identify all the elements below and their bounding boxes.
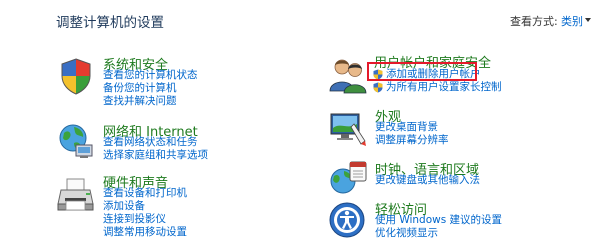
category-clock-region: 时钟、语言和区域 更改键盘或其他输入法 [328, 159, 588, 195]
page-title: 调整计算机的设置 [56, 15, 164, 31]
category-appearance: 外观 更改桌面背景 调整屏幕分辨率 [328, 106, 588, 150]
link-optimize-visual-display[interactable]: 优化视频显示 [375, 227, 438, 240]
link-view-computer-status[interactable]: 查看您的计算机状态 [103, 69, 198, 82]
link-view-network-status[interactable]: 查看网络状态和任务 [103, 136, 198, 149]
chevron-down-icon[interactable] [585, 18, 591, 22]
link-homegroup-sharing[interactable]: 选择家庭组和共享选项 [103, 149, 208, 162]
link-find-fix-problems[interactable]: 查找并解决问题 [103, 95, 177, 108]
highlight-box [367, 62, 477, 81]
link-adjust-screen-resolution[interactable]: 调整屏幕分辨率 [375, 134, 449, 147]
link-connect-projector[interactable]: 连接到投影仪 [103, 213, 166, 226]
security-shield-icon[interactable] [56, 56, 96, 96]
view-by-dropdown[interactable]: 类别 [561, 13, 583, 29]
category-network-internet: 网络和 Internet 查看网络状态和任务 选择家庭组和共享选项 [56, 121, 316, 165]
link-backup-computer[interactable]: 备份您的计算机 [103, 82, 177, 95]
printer-icon[interactable] [56, 176, 96, 216]
control-panel-page: 调整计算机的设置 查看方式: 类别 系统和安全 查看您的计算机状态 备份您的计算… [0, 0, 600, 251]
uac-shield-icon [373, 82, 383, 93]
category-system-security: 系统和安全 查看您的计算机状态 备份您的计算机 查找并解决问题 [56, 54, 316, 114]
network-globe-icon[interactable] [56, 121, 96, 161]
ease-of-access-icon[interactable] [328, 200, 368, 240]
link-mobility-settings[interactable]: 调整常用移动设置 [103, 226, 187, 239]
link-add-device[interactable]: 添加设备 [103, 200, 145, 213]
link-change-desktop-background[interactable]: 更改桌面背景 [375, 121, 438, 134]
link-parental-controls[interactable]: 为所有用户设置家长控制 [386, 81, 502, 94]
clock-globe-icon[interactable] [328, 159, 368, 199]
category-ease-access: 轻松访问 使用 Windows 建议的设置 优化视频显示 [328, 199, 588, 245]
view-by-label: 查看方式: [510, 15, 558, 28]
link-devices-printers[interactable]: 查看设备和打印机 [103, 187, 187, 200]
category-hardware-sound: 硬件和声音 查看设备和打印机 添加设备 连接到投影仪 调整常用移动设置 [56, 172, 316, 244]
link-use-windows-recommended-settings[interactable]: 使用 Windows 建议的设置 [375, 214, 502, 227]
link-change-keyboard-input[interactable]: 更改键盘或其他输入法 [375, 174, 480, 187]
users-icon[interactable] [328, 55, 368, 95]
appearance-display-icon[interactable] [328, 110, 368, 150]
